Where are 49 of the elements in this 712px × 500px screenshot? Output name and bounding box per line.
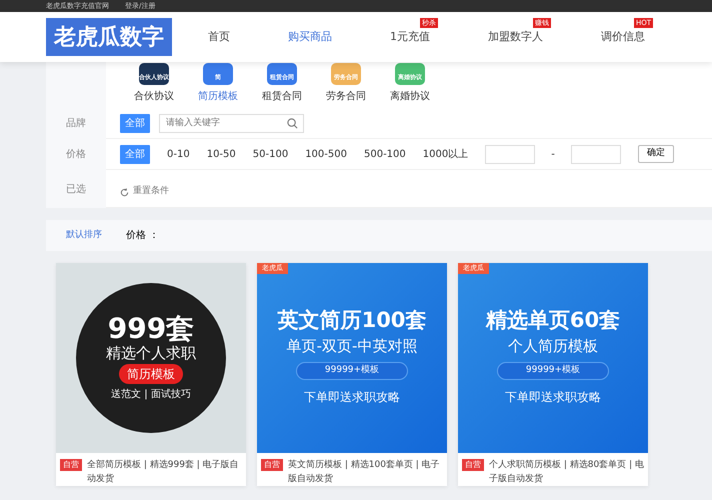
banner-subline: 精选个人求职 <box>106 346 196 360</box>
banner-headline: 英文简历100套 <box>278 310 426 332</box>
filter-label: 品牌 <box>66 117 86 131</box>
category-label[interactable]: 租赁合同 <box>262 89 302 104</box>
price-min-field[interactable] <box>485 144 536 164</box>
nav-link[interactable]: 购买商品 <box>288 28 332 46</box>
confirm-button[interactable]: 确定 <box>638 145 674 163</box>
refresh-icon <box>120 188 129 196</box>
product-card[interactable]: 999套 精选个人求职 简历模板 送范文 | 面试技巧 自营 全部简历模板 | 精选999套 | 电子版自动发货 <box>56 263 246 486</box>
category-label[interactable]: 劳务合同 <box>326 89 366 104</box>
price-range[interactable]: 1000以上 <box>422 146 468 162</box>
site-logo[interactable]: 老虎瓜数字 <box>46 18 172 56</box>
product-tag: 自营 <box>60 459 82 471</box>
product-title[interactable]: 个人求职简历模板 | 精选80套单页 | 电子版自动发货 <box>489 458 644 486</box>
product-tag: 自营 <box>261 459 283 471</box>
nav-link[interactable]: 调价信息 <box>601 28 645 46</box>
nav-link[interactable]: 1元充值 <box>390 28 430 46</box>
banner-subline: 单页-双页-中英对照 <box>286 339 418 354</box>
product-title[interactable]: 全部简历模板 | 精选999套 | 电子版自动发货 <box>87 458 242 486</box>
banner-subline: 个人简历模板 <box>508 339 598 354</box>
sort-default[interactable]: 默认排序 <box>66 228 102 242</box>
price-max-field[interactable] <box>570 144 621 164</box>
category-label[interactable]: 离婚协议 <box>390 89 430 104</box>
banner-footer: 下单即送求职攻略 <box>304 388 400 406</box>
nav-link[interactable]: 首页 <box>208 28 230 46</box>
search-field[interactable]: 请输入关键字 <box>159 114 304 132</box>
banner-pill: 99999+模板 <box>496 362 610 380</box>
banner-pill: 99999+模板 <box>296 362 408 380</box>
price-range[interactable]: 0-10 <box>167 146 190 162</box>
banner-footer: 下单即送求职攻略 <box>505 388 601 406</box>
sort-price[interactable]: 价格 ： <box>126 228 160 243</box>
range-separator: - <box>551 148 555 162</box>
product-title[interactable]: 英文简历模板 | 精选100套单页 | 电子版自动发货 <box>288 458 443 486</box>
banner-headline: 999套 <box>108 314 194 342</box>
reset-button[interactable]: 重置条件 <box>120 185 169 199</box>
banner-pill: 简历模板 <box>119 364 183 384</box>
filter-label: 已选 <box>66 182 86 196</box>
price-range[interactable]: 10-50 <box>206 146 236 162</box>
search-icon[interactable] <box>287 118 298 128</box>
category-label[interactable]: 合伙协议 <box>134 89 174 104</box>
banner-headline: 精选单页60套 <box>486 310 620 332</box>
price-range[interactable]: 500-100 <box>364 146 406 162</box>
price-range[interactable]: 50-100 <box>252 146 288 162</box>
banner-footer: 送范文 | 面试技巧 <box>111 386 191 402</box>
price-range[interactable]: 100-500 <box>305 146 347 162</box>
category-label[interactable]: 简历模板 <box>198 89 238 104</box>
nav-link[interactable]: 加盟数字人 <box>488 28 543 46</box>
filter-label: 价格 <box>66 148 86 162</box>
product-tag: 自营 <box>462 459 484 471</box>
